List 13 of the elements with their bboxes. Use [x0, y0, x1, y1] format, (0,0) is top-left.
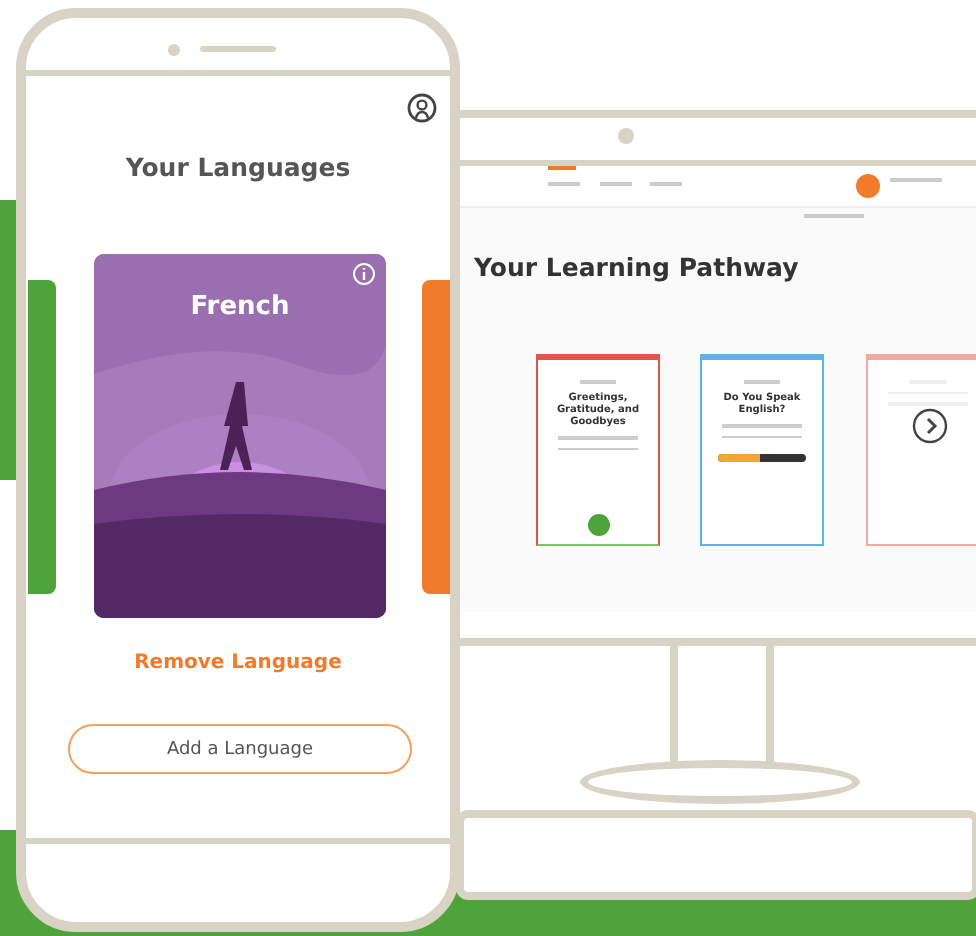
screen-title: Your Languages	[123, 152, 353, 182]
active-tab-indicator	[548, 166, 576, 170]
resume-link-line[interactable]	[804, 214, 864, 218]
user-name-line	[890, 178, 942, 182]
profile-icon[interactable]	[406, 92, 438, 124]
page-title: Your Learning Pathway	[474, 252, 799, 282]
check-icon	[587, 514, 609, 536]
language-name: French	[188, 292, 292, 322]
language-card-edge[interactable]	[28, 280, 56, 594]
add-language-button[interactable]: Add a Language	[68, 724, 412, 774]
language-card-edge[interactable]	[422, 280, 450, 594]
info-icon[interactable]	[352, 262, 376, 286]
speaker-icon	[200, 46, 276, 52]
